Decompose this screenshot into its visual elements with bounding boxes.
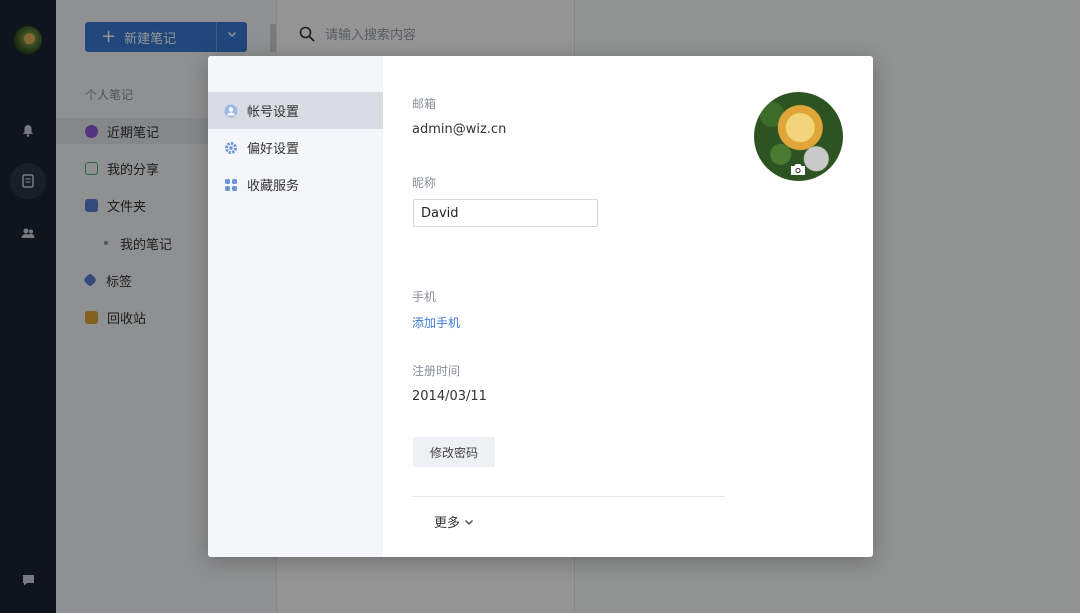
gear-icon [224, 141, 238, 155]
tab-label: 收藏服务 [247, 179, 300, 194]
account-settings-panel: 邮箱 admin@wiz.cn 昵称 手机 添加手机 注册时间 2014/03/… [383, 56, 873, 557]
more-label: 更多 [434, 516, 461, 531]
settings-dialog: 帐号设置 偏好设置 收藏服务 邮箱 admin@wiz.cn 昵称 手机 添加手… [208, 56, 873, 557]
chevron-down-icon [464, 517, 474, 527]
tab-favorites-service[interactable]: 收藏服务 [208, 166, 383, 203]
grid-icon [224, 178, 238, 192]
tab-account-settings[interactable]: 帐号设置 [208, 92, 383, 129]
register-time-value: 2014/03/11 [412, 389, 487, 404]
register-time-label: 注册时间 [412, 364, 461, 378]
camera-icon[interactable] [789, 162, 807, 176]
settings-sidebar: 帐号设置 偏好设置 收藏服务 [208, 56, 383, 557]
nickname-label: 昵称 [412, 176, 437, 190]
tab-preferences[interactable]: 偏好设置 [208, 129, 383, 166]
add-phone-link[interactable]: 添加手机 [412, 314, 460, 331]
more-toggle[interactable]: 更多 [434, 512, 474, 531]
profile-avatar[interactable] [754, 92, 843, 181]
email-label: 邮箱 [412, 97, 437, 111]
tab-label: 偏好设置 [247, 142, 300, 157]
change-password-button[interactable]: 修改密码 [413, 437, 495, 467]
tab-label: 帐号设置 [247, 105, 300, 120]
nickname-input[interactable] [413, 199, 598, 227]
phone-label: 手机 [412, 290, 437, 304]
user-icon [224, 104, 238, 118]
email-value: admin@wiz.cn [412, 122, 507, 137]
section-divider [412, 496, 725, 497]
